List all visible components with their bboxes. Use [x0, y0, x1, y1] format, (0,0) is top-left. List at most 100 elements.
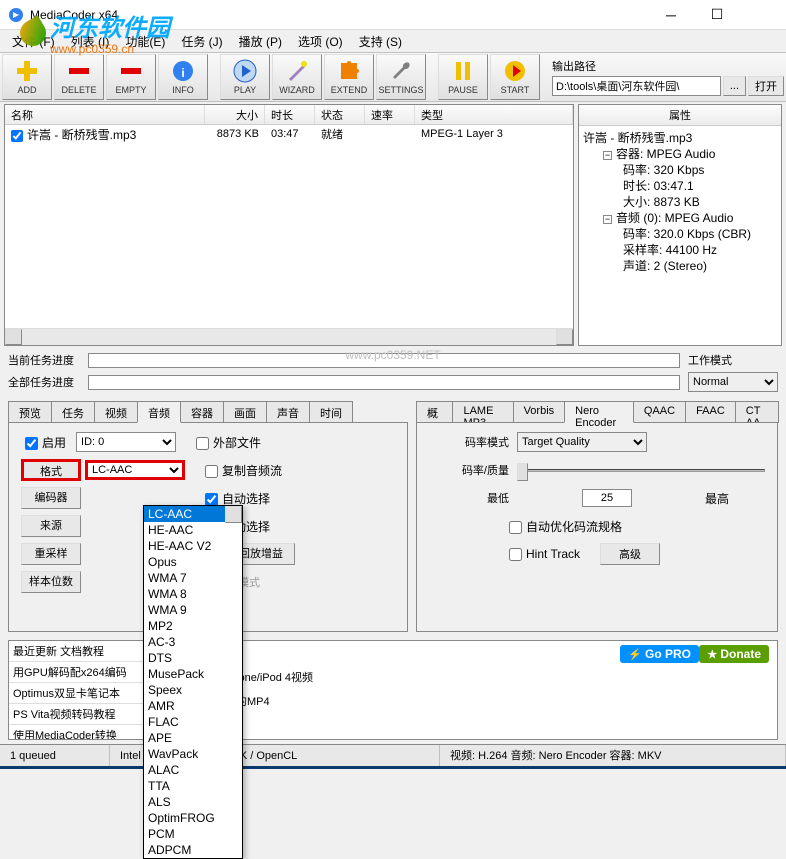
- extend-button[interactable]: EXTEND: [324, 54, 374, 100]
- scroll-left-icon[interactable]: [5, 329, 22, 345]
- opt-ape[interactable]: APE: [144, 730, 242, 746]
- info-item[interactable]: 式的MP4: [217, 689, 777, 713]
- workmode-select[interactable]: Normal: [688, 372, 778, 392]
- advanced-button[interactable]: 高级: [600, 543, 660, 565]
- file-checkbox[interactable]: [11, 130, 23, 142]
- maximize-button[interactable]: ☐: [694, 0, 740, 30]
- bits-button[interactable]: 样本位数: [21, 571, 81, 593]
- enable-checkbox[interactable]: [25, 437, 38, 450]
- opt-amr[interactable]: AMR: [144, 698, 242, 714]
- opt-musepack[interactable]: MusePack: [144, 666, 242, 682]
- menu-play[interactable]: 播放 (P): [231, 31, 290, 52]
- file-duration: 03:47: [265, 128, 315, 140]
- opt-optimfrog[interactable]: OptimFROG: [144, 810, 242, 826]
- add-button[interactable]: ADD: [2, 54, 52, 100]
- menu-support[interactable]: 支持 (S): [351, 31, 410, 52]
- pause-button[interactable]: PAUSE: [438, 54, 488, 100]
- tab-picture[interactable]: 画面: [223, 401, 267, 423]
- settings-button[interactable]: SETTINGS: [376, 54, 426, 100]
- opt-wma8[interactable]: WMA 8: [144, 586, 242, 602]
- opt-heaacv2[interactable]: HE-AAC V2: [144, 538, 242, 554]
- format-select[interactable]: LC-AAC: [85, 460, 185, 480]
- tab-preview[interactable]: 预览: [8, 401, 52, 423]
- tab-lame[interactable]: LAME MP3: [452, 401, 513, 423]
- opt-adpcm[interactable]: ADPCM: [144, 842, 242, 858]
- menu-options[interactable]: 选项 (O): [290, 31, 351, 52]
- minimize-button[interactable]: ─: [648, 0, 694, 30]
- quality-slider[interactable]: [517, 460, 765, 480]
- opt-ac3[interactable]: AC-3: [144, 634, 242, 650]
- file-row[interactable]: 许嵩 - 断桥残雪.mp3 8873 KB 03:47 就绪 MPEG-1 La…: [5, 125, 573, 143]
- menu-task[interactable]: 任务 (J): [173, 31, 230, 52]
- format-button[interactable]: 格式: [21, 459, 81, 481]
- donate-button[interactable]: ★ Donate: [699, 645, 769, 663]
- ratemode-select[interactable]: Target Quality: [517, 432, 647, 452]
- encoder-button[interactable]: 编码器: [21, 487, 81, 509]
- current-progress-label: 当前任务进度: [8, 352, 88, 368]
- empty-button[interactable]: EMPTY: [106, 54, 156, 100]
- format-dropdown[interactable]: LC-AAC HE-AAC HE-AAC V2 Opus WMA 7 WMA 8…: [143, 505, 243, 859]
- copystream-checkbox[interactable]: [205, 465, 218, 478]
- col-rate[interactable]: 速率: [365, 105, 415, 124]
- opt-wma7[interactable]: WMA 7: [144, 570, 242, 586]
- tab-audio[interactable]: 音频: [137, 401, 181, 423]
- properties-tree[interactable]: 许嵩 - 断桥残雪.mp3 −容器: MPEG Audio 码率: 320 Kb…: [579, 126, 781, 345]
- collapse-icon[interactable]: −: [603, 215, 612, 224]
- tab-tasks[interactable]: 任务: [51, 401, 95, 423]
- extfile-checkbox[interactable]: [196, 437, 209, 450]
- opt-dts[interactable]: DTS: [144, 650, 242, 666]
- opt-alac[interactable]: ALAC: [144, 762, 242, 778]
- ratemode-label: 码率模式: [429, 434, 509, 450]
- tab-time[interactable]: 时间: [309, 401, 353, 423]
- pause-label: PAUSE: [448, 85, 478, 95]
- play-button[interactable]: PLAY: [220, 54, 270, 100]
- resample-button[interactable]: 重采样: [21, 543, 81, 565]
- right-tabs: 概要 LAME MP3 Vorbis Nero Encoder QAAC FAA…: [416, 401, 778, 423]
- col-name[interactable]: 名称: [5, 105, 205, 124]
- tab-nero[interactable]: Nero Encoder: [564, 401, 634, 423]
- opt-speex[interactable]: Speex: [144, 682, 242, 698]
- tab-ctaa[interactable]: CT AA: [735, 401, 779, 423]
- source-button[interactable]: 来源: [21, 515, 81, 537]
- horizontal-scrollbar[interactable]: [5, 328, 573, 345]
- gopro-button[interactable]: ⚡ Go PRO: [620, 645, 699, 663]
- opt-pcm[interactable]: PCM: [144, 826, 242, 842]
- opt-opus[interactable]: Opus: [144, 554, 242, 570]
- output-path-input[interactable]: [552, 76, 721, 96]
- opt-heaac[interactable]: HE-AAC: [144, 522, 242, 538]
- tab-vorbis[interactable]: Vorbis: [513, 401, 566, 423]
- info-item[interactable]: Phone/iPod 4视频: [217, 665, 777, 689]
- id-select[interactable]: ID: 0: [76, 432, 176, 452]
- col-duration[interactable]: 时长: [265, 105, 315, 124]
- scroll-right-icon[interactable]: [556, 329, 573, 345]
- opt-mp2[interactable]: MP2: [144, 618, 242, 634]
- opt-als[interactable]: ALS: [144, 794, 242, 810]
- tab-summary[interactable]: 概要: [416, 401, 453, 423]
- col-status[interactable]: 状态: [315, 105, 365, 124]
- info-button[interactable]: iINFO: [158, 54, 208, 100]
- tab-faac[interactable]: FAAC: [685, 401, 736, 423]
- start-button[interactable]: START: [490, 54, 540, 100]
- tree-audio-samplerate: 采样率: 44100 Hz: [583, 242, 777, 258]
- hint-checkbox[interactable]: [509, 548, 522, 561]
- close-button[interactable]: ✕: [740, 0, 786, 30]
- quality-input[interactable]: [582, 489, 632, 507]
- total-progress-label: 全部任务进度: [8, 374, 88, 390]
- autoopt-checkbox[interactable]: [509, 521, 522, 534]
- tab-sound[interactable]: 声音: [266, 401, 310, 423]
- opt-tta[interactable]: TTA: [144, 778, 242, 794]
- collapse-icon[interactable]: −: [603, 151, 612, 160]
- opt-wavpack[interactable]: WavPack: [144, 746, 242, 762]
- opt-flac[interactable]: FLAC: [144, 714, 242, 730]
- tab-video[interactable]: 视频: [94, 401, 138, 423]
- col-size[interactable]: 大小: [205, 105, 265, 124]
- wizard-button[interactable]: WIZARD: [272, 54, 322, 100]
- tab-container[interactable]: 容器: [180, 401, 224, 423]
- output-path-browse[interactable]: ...: [723, 76, 746, 96]
- output-path-open[interactable]: 打开: [748, 76, 784, 96]
- col-type[interactable]: 类型: [415, 105, 573, 124]
- delete-button[interactable]: DELETE: [54, 54, 104, 100]
- opt-wma9[interactable]: WMA 9: [144, 602, 242, 618]
- tab-qaac[interactable]: QAAC: [633, 401, 686, 423]
- dropdown-scroll-up-icon[interactable]: [225, 506, 242, 523]
